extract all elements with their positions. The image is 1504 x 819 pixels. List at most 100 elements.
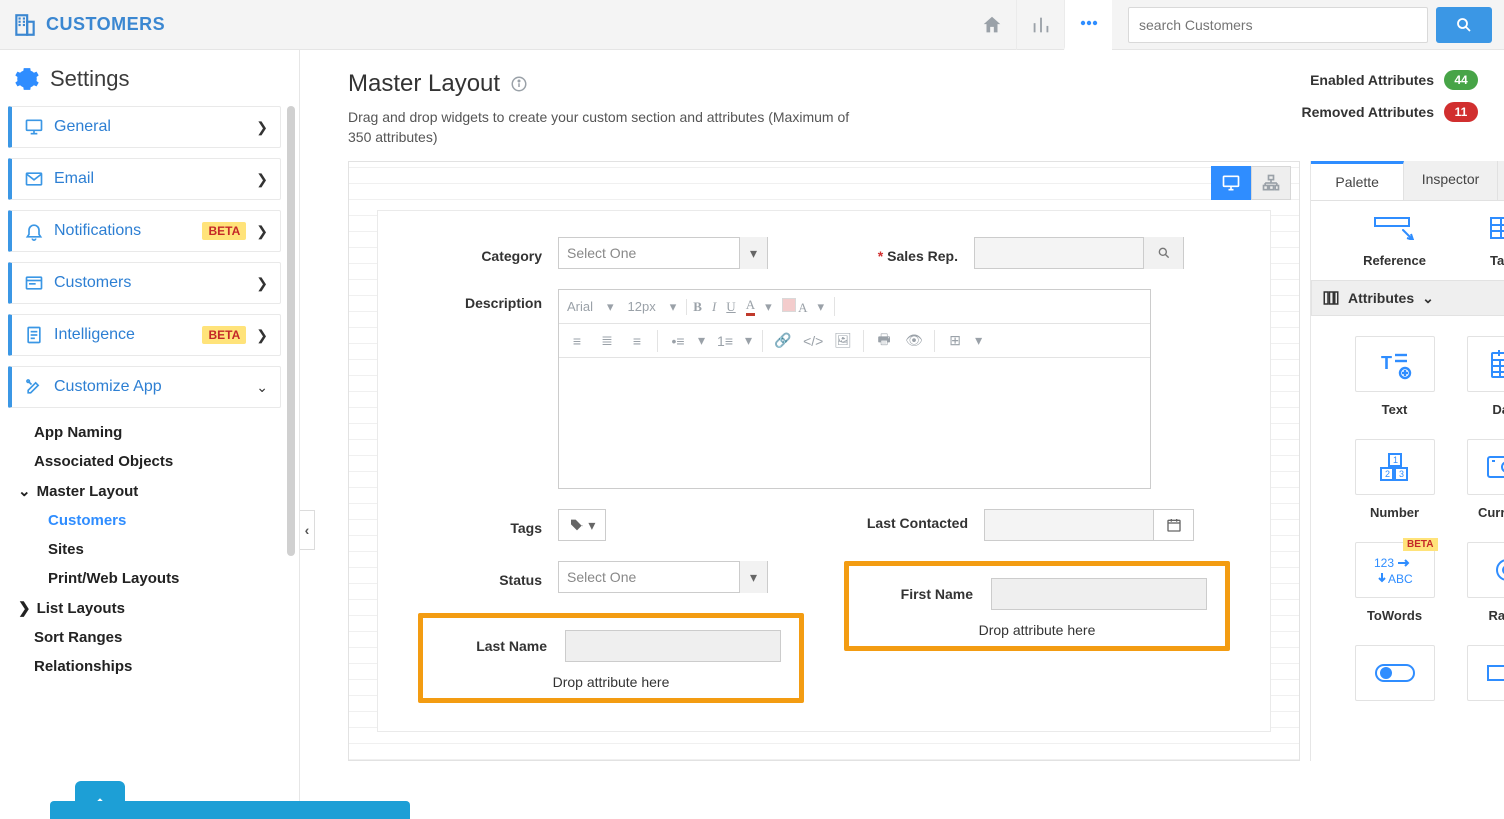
salesrep-lookup[interactable]	[974, 237, 1184, 269]
caret-down-icon[interactable]: ▾	[818, 299, 825, 315]
palette-item-text[interactable]: T Text	[1348, 336, 1442, 417]
panel-tabs: Palette Inspector Revisions	[1311, 161, 1504, 201]
palette-item-table[interactable]: Table	[1460, 213, 1504, 268]
search-button[interactable]	[1436, 7, 1492, 43]
palette-item-towords[interactable]: BETA 123ABC ToWords	[1348, 542, 1442, 623]
palette-body: Reference Table	[1311, 201, 1504, 761]
chevron-right-icon: ❯	[256, 119, 268, 136]
caret-down-icon[interactable]: ▾	[765, 299, 772, 315]
tab-revisions[interactable]: Revisions	[1498, 161, 1504, 200]
description-editor[interactable]: Arial ▾ 12px ▾ B I U A ▾	[558, 289, 1151, 489]
palette-item-radio[interactable]: Radio	[1460, 542, 1504, 623]
more-dots-icon[interactable]	[1064, 0, 1112, 50]
search-input[interactable]	[1128, 7, 1428, 43]
align-left-icon[interactable]: ≡	[567, 333, 587, 349]
card-icon	[24, 273, 44, 293]
sidebar-item-notifications[interactable]: Notifications BETA ❯	[8, 210, 281, 252]
bold-icon[interactable]: B	[693, 299, 702, 315]
image-icon[interactable]: 🖼	[833, 332, 853, 349]
palette-label: Number	[1370, 505, 1419, 520]
sidebar-item-customers[interactable]: Customers ❯	[8, 262, 281, 304]
palette-item-reference[interactable]: Reference	[1348, 213, 1442, 268]
sidebar-scrollbar[interactable]	[287, 106, 295, 556]
number-list-icon[interactable]: 1≡	[715, 333, 735, 349]
info-icon[interactable]	[510, 75, 528, 93]
radio-icon	[1467, 542, 1504, 598]
caret-down-icon[interactable]: ▾	[698, 332, 705, 349]
bell-icon	[24, 221, 44, 241]
palette-item-number[interactable]: 123 Number	[1348, 439, 1442, 520]
text-color-icon[interactable]: A	[746, 297, 755, 316]
svg-text:3: 3	[1399, 469, 1404, 479]
content: ‹ Master Layout Drag and drop widgets to…	[300, 50, 1504, 819]
envelope-icon	[24, 169, 44, 189]
code-icon[interactable]: </>	[803, 333, 823, 349]
sidebar-sub-associated-objects[interactable]: Associated Objects	[34, 453, 281, 470]
sidebar-sub-sites[interactable]: Sites	[48, 541, 281, 558]
page-title: Master Layout	[348, 70, 868, 98]
first-name-input[interactable]	[991, 578, 1207, 610]
rte-size-select[interactable]: 12px	[628, 299, 656, 314]
sidebar-sub-print-web[interactable]: Print/Web Layouts	[48, 570, 281, 587]
required-star: *	[878, 248, 883, 264]
chevron-down-icon: ⌄	[256, 379, 268, 396]
rte-body[interactable]	[559, 358, 1150, 488]
monitor-icon	[24, 117, 44, 137]
sidebar-item-intelligence[interactable]: Intelligence BETA ❯	[8, 314, 281, 356]
sidebar-sub-master-layout[interactable]: ⌄ Master Layout	[34, 482, 281, 500]
sidebar-sub-sort-ranges[interactable]: Sort Ranges	[34, 629, 281, 646]
home-icon[interactable]	[968, 0, 1016, 50]
preview-icon[interactable]: 👁	[904, 332, 924, 349]
sidebar-sub-list-layouts[interactable]: ❯ List Layouts	[34, 599, 281, 617]
tags-button[interactable]: ▾	[558, 509, 606, 541]
sidebar-item-general[interactable]: General ❯	[8, 106, 281, 148]
sidebar-sub-label: List Layouts	[37, 600, 125, 617]
bullet-list-icon[interactable]: •≡	[668, 333, 688, 349]
caret-down-icon: ▾	[739, 561, 767, 593]
category-select[interactable]: Select One ▾	[558, 237, 768, 269]
sidebar-sub-relationships[interactable]: Relationships	[34, 658, 281, 675]
page-subtitle: Drag and drop widgets to create your cus…	[348, 108, 868, 147]
caret-down-icon[interactable]: ▾	[745, 332, 752, 349]
last-contacted-date[interactable]	[984, 509, 1194, 541]
bottom-bar[interactable]	[50, 801, 410, 819]
palette-label: Currency	[1478, 505, 1504, 520]
status-select[interactable]: Select One ▾	[558, 561, 768, 593]
status-label: Status	[418, 566, 558, 588]
sidebar-item-customize-app[interactable]: Customize App ⌄	[8, 366, 281, 408]
last-name-input[interactable]	[565, 630, 781, 662]
collapse-sidebar-handle[interactable]: ‹	[300, 510, 315, 550]
caret-down-icon: ▾	[670, 299, 677, 315]
layout-canvas[interactable]: Category Select One ▾ *Sales Rep.	[348, 161, 1300, 761]
align-center-icon[interactable]: ≣	[597, 332, 617, 349]
palette-item-date[interactable]: Date	[1460, 336, 1504, 417]
attributes-section-header[interactable]: Attributes ⌄	[1311, 280, 1504, 316]
brand-title: CUSTOMERS	[46, 14, 165, 35]
view-desktop-button[interactable]	[1211, 166, 1251, 200]
view-structure-button[interactable]	[1251, 166, 1291, 200]
caret-down-icon[interactable]: ▾	[975, 332, 982, 349]
chart-icon[interactable]	[1016, 0, 1064, 50]
sidebar-sub-app-naming[interactable]: App Naming	[34, 424, 281, 441]
link-icon[interactable]: 🔗	[773, 332, 793, 349]
text-icon: T	[1355, 336, 1435, 392]
palette-item-select[interactable]	[1460, 645, 1504, 701]
rte-font-select[interactable]: Arial	[567, 299, 593, 314]
underline-icon[interactable]: U	[726, 299, 735, 315]
italic-icon[interactable]: I	[712, 299, 716, 315]
align-right-icon[interactable]: ≡	[627, 333, 647, 349]
sidebar-item-email[interactable]: Email ❯	[8, 158, 281, 200]
palette-item-currency[interactable]: $ Currency	[1460, 439, 1504, 520]
table-icon[interactable]: ⊞	[945, 332, 965, 349]
print-icon[interactable]: 🖶	[874, 329, 894, 353]
document-icon	[24, 325, 44, 345]
tab-inspector[interactable]: Inspector	[1404, 161, 1497, 200]
highlight-color-icon[interactable]: A	[782, 298, 808, 316]
sidebar-item-label: Customize App	[54, 378, 246, 396]
sidebar: Settings General ❯ Email ❯ Notifications…	[0, 50, 300, 819]
palette-item-toggle[interactable]	[1348, 645, 1442, 701]
sidebar-sub-customers[interactable]: Customers	[48, 512, 281, 529]
tab-palette[interactable]: Palette	[1311, 161, 1404, 200]
palette-label: Reference	[1363, 253, 1426, 268]
attributes-section-label: Attributes	[1348, 290, 1414, 306]
